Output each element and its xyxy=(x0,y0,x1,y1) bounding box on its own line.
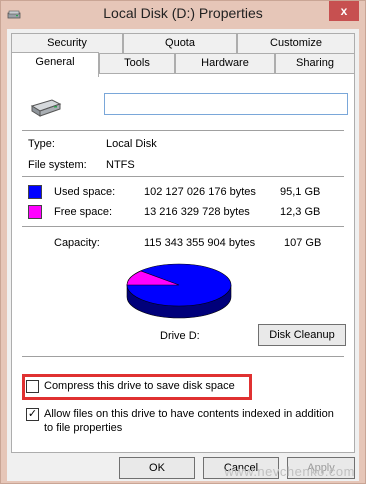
capacity-gb: 107 GB xyxy=(284,237,322,249)
separator xyxy=(22,130,344,131)
free-space-swatch xyxy=(28,205,42,219)
capacity-label: Capacity: xyxy=(54,237,100,249)
properties-window: Local Disk (D:) Properties x Security Qu… xyxy=(0,0,366,484)
filesystem-value: NTFS xyxy=(106,159,135,171)
separator xyxy=(22,176,344,177)
used-space-gb: 95,1 GB xyxy=(280,186,321,198)
compress-label[interactable]: Compress this drive to save disk space xyxy=(44,380,235,392)
type-value: Local Disk xyxy=(106,138,157,150)
close-button[interactable]: x xyxy=(329,1,359,21)
title-bar[interactable]: Local Disk (D:) Properties x xyxy=(1,1,365,29)
ok-button[interactable]: OK xyxy=(119,457,195,479)
tab-sharing[interactable]: Sharing xyxy=(275,53,355,73)
index-label[interactable]: Allow files on this drive to have conten… xyxy=(44,407,344,435)
filesystem-label: File system: xyxy=(28,159,87,171)
disk-usage-pie xyxy=(126,263,232,319)
free-space-label: Free space: xyxy=(54,206,113,218)
tab-customize[interactable]: Customize xyxy=(237,33,355,53)
general-panel: Type: Local Disk File system: NTFS Used … xyxy=(11,73,355,453)
used-space-label: Used space: xyxy=(54,186,116,198)
dialog-client: Security Quota Customize General Tools H… xyxy=(7,29,359,481)
tab-tools[interactable]: Tools xyxy=(99,53,175,73)
drive-label: Drive D: xyxy=(160,330,200,342)
watermark: www.nevchenko.com xyxy=(224,464,355,479)
free-space-bytes: 13 216 329 728 bytes xyxy=(144,206,250,218)
compress-checkbox[interactable] xyxy=(26,380,39,393)
index-checkbox[interactable]: ✓ xyxy=(26,408,39,421)
window-title: Local Disk (D:) Properties xyxy=(103,5,263,21)
tab-security[interactable]: Security xyxy=(11,33,123,53)
tab-quota[interactable]: Quota xyxy=(123,33,237,53)
used-space-swatch xyxy=(28,185,42,199)
separator xyxy=(22,226,344,227)
used-space-bytes: 102 127 026 176 bytes xyxy=(144,186,256,198)
tab-hardware[interactable]: Hardware xyxy=(175,53,275,73)
type-label: Type: xyxy=(28,138,55,150)
tab-general[interactable]: General xyxy=(11,52,99,77)
disk-drive-icon xyxy=(30,99,62,117)
drive-name-input[interactable] xyxy=(104,93,348,115)
free-space-gb: 12,3 GB xyxy=(280,206,321,218)
capacity-bytes: 115 343 355 904 bytes xyxy=(144,237,256,249)
separator xyxy=(22,356,344,357)
disk-cleanup-button[interactable]: Disk Cleanup xyxy=(258,324,346,346)
